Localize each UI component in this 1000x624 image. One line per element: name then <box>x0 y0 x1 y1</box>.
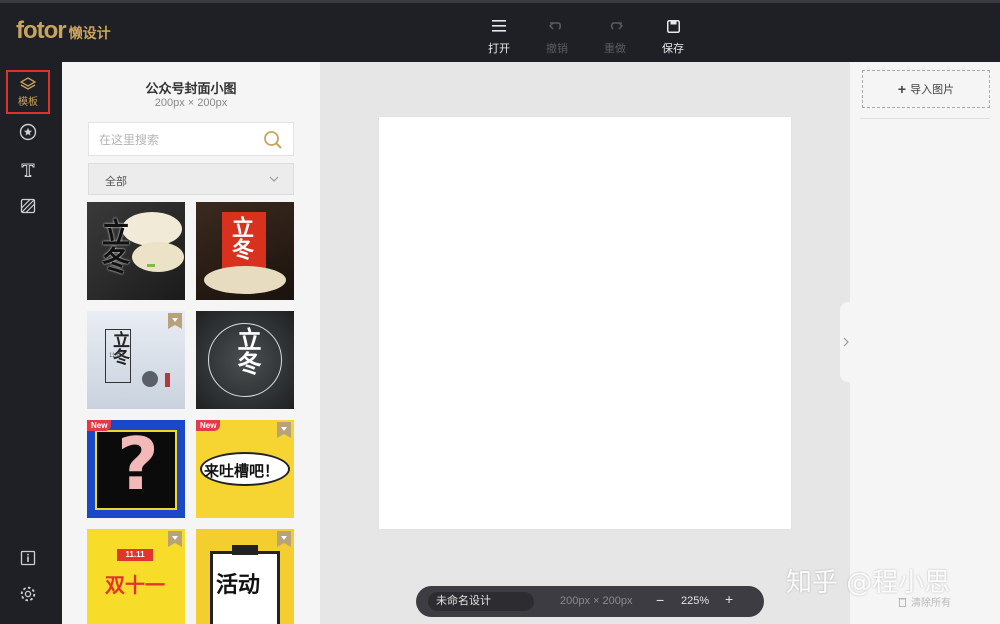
zoom-out-button[interactable]: − <box>656 592 664 608</box>
chevron-down-icon <box>269 176 279 182</box>
canvas-area <box>320 62 852 624</box>
top-bar: fotor 懒设计 打开 撤销 重做 保存 <box>0 0 1000 62</box>
favorite-badge-icon[interactable] <box>168 531 182 547</box>
dumpling-shape <box>122 212 182 246</box>
new-badge: New <box>87 420 112 431</box>
zoom-level: 225% <box>681 595 710 607</box>
person-shape <box>165 373 170 387</box>
search-icon[interactable] <box>263 130 283 150</box>
open-button[interactable]: 打开 <box>470 17 528 56</box>
save-label: 保存 <box>662 43 684 55</box>
category-select[interactable]: 全部 <box>88 163 294 195</box>
tree-shape <box>142 371 158 387</box>
panel-size: 200px × 200px <box>154 97 228 109</box>
info-icon <box>20 550 36 566</box>
dumpling-plate-shape <box>204 266 286 294</box>
artboard[interactable] <box>379 117 791 529</box>
template-panel: 公众号封面小图 200px × 200px 全部 立冬 立冬 立冬 11.07 … <box>62 62 320 624</box>
document-name-field[interactable]: 未命名设计 <box>428 592 534 611</box>
dumpling-shape <box>132 242 184 272</box>
template-thumb-text: 活动 <box>216 573 261 598</box>
category-value: 全部 <box>105 176 127 188</box>
gear-icon <box>20 586 36 602</box>
template-thumb[interactable]: ? New <box>87 420 185 518</box>
redo-icon <box>586 17 644 35</box>
template-thumb-text: 立冬 <box>98 218 131 274</box>
template-thumb[interactable]: 立冬 <box>87 202 185 300</box>
template-thumb[interactable]: 来吐槽吧！ New <box>196 420 294 518</box>
plus-icon: + <box>897 81 907 97</box>
background-icon <box>20 198 36 214</box>
panel-title: 公众号封面小图 <box>145 81 237 96</box>
template-thumb[interactable]: 活动 <box>196 529 294 624</box>
save-button[interactable]: 保存 <box>644 17 702 56</box>
template-thumb[interactable]: 立冬 <box>196 311 294 409</box>
logo-wordmark: fotor <box>16 17 67 44</box>
uploads-panel: + 导入图片 清除所有 <box>850 62 1000 624</box>
favorite-badge-icon[interactable] <box>277 422 291 438</box>
template-thumb-text: 双十一 <box>105 573 165 597</box>
layers-icon <box>20 77 36 90</box>
left-rail: 模板 <box>0 62 62 624</box>
canvas-dimensions: 200px × 200px <box>560 595 633 607</box>
menu-icon <box>470 17 528 35</box>
clip-shape <box>232 545 258 555</box>
redo-label: 重做 <box>604 43 626 55</box>
favorite-badge-icon[interactable] <box>277 531 291 547</box>
logo-subtitle: 懒设计 <box>68 25 111 41</box>
undo-label: 撤销 <box>546 43 568 55</box>
open-label: 打开 <box>488 43 510 55</box>
template-thumb-text: 来吐槽吧！ <box>204 462 280 480</box>
app-logo[interactable]: fotor 懒设计 <box>16 17 111 47</box>
new-badge: New <box>196 420 221 431</box>
rail-item-settings[interactable] <box>6 572 50 616</box>
rail-templates-label: 模板 <box>18 97 38 108</box>
chevron-right-icon <box>843 337 849 347</box>
template-thumb-text: 立冬 <box>233 327 262 375</box>
star-circle-icon <box>19 123 37 141</box>
redo-button[interactable]: 重做 <box>586 17 644 56</box>
template-thumb-text: ? <box>117 422 159 506</box>
zoom-in-button[interactable]: + <box>725 591 733 607</box>
template-thumb-text: 立冬 <box>228 216 254 260</box>
template-thumb[interactable]: 立冬 11.07 <box>87 311 185 409</box>
tag-label: 11.11 <box>117 549 153 561</box>
save-icon <box>644 17 702 35</box>
template-thumb[interactable]: 立冬 <box>196 202 294 300</box>
search-box <box>88 122 294 156</box>
undo-icon <box>528 17 586 35</box>
search-input[interactable] <box>99 130 249 150</box>
undo-button[interactable]: 撤销 <box>528 17 586 56</box>
text-icon <box>21 163 35 177</box>
import-label: 导入图片 <box>910 84 955 96</box>
toolbar: 打开 撤销 重做 保存 <box>470 17 702 56</box>
watermark-text: 知乎 @程小思 <box>786 568 951 598</box>
favorite-badge-icon[interactable] <box>168 313 182 329</box>
template-thumb[interactable]: 11.11 双十一 <box>87 529 185 624</box>
divider <box>860 118 990 119</box>
date-text: 11.07 <box>109 353 124 359</box>
rail-item-background[interactable] <box>6 184 50 228</box>
garnish-shape <box>147 264 155 267</box>
template-thumb-text: 立冬 <box>109 331 129 365</box>
import-image-button[interactable]: + 导入图片 <box>862 70 990 108</box>
rail-item-templates[interactable]: 模板 <box>6 70 50 114</box>
bottom-bar: 未命名设计 200px × 200px − 225% + <box>416 586 764 617</box>
